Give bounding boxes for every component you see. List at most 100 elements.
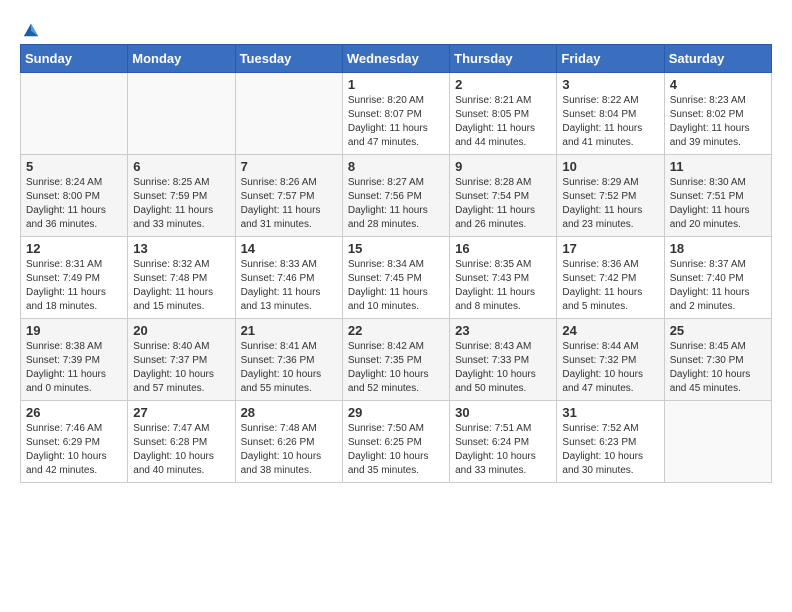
calendar-cell: 17 Sunrise: 8:36 AM Sunset: 7:42 PM Dayli… bbox=[557, 237, 664, 319]
day-info: Sunrise: 8:27 AM Sunset: 7:56 PM Dayligh… bbox=[348, 176, 444, 232]
day-info: Sunrise: 8:34 AM Sunset: 7:45 PM Dayligh… bbox=[348, 258, 444, 314]
day-info: Sunrise: 8:36 AM Sunset: 7:42 PM Dayligh… bbox=[562, 258, 658, 314]
calendar-table: SundayMondayTuesdayWednesdayThursdayFrid… bbox=[20, 44, 772, 483]
logo-icon bbox=[22, 20, 40, 38]
day-info: Sunrise: 8:30 AM Sunset: 7:51 PM Dayligh… bbox=[670, 176, 766, 232]
calendar-week-row: 1 Sunrise: 8:20 AM Sunset: 8:07 PM Daylig… bbox=[21, 73, 772, 155]
calendar-cell: 8Sunrise: 8:27 AM Sunset: 7:56 PM Daylig… bbox=[342, 155, 449, 237]
day-info: Sunrise: 7:52 AM Sunset: 6:23 PM Dayligh… bbox=[562, 422, 658, 478]
day-info: Sunrise: 7:48 AM Sunset: 6:26 PM Dayligh… bbox=[241, 422, 337, 478]
page-header bbox=[20, 20, 772, 34]
day-info: Sunrise: 8:22 AM Sunset: 8:04 PM Dayligh… bbox=[562, 94, 658, 150]
day-number: 21 bbox=[241, 323, 337, 338]
calendar-header-saturday: Saturday bbox=[664, 45, 771, 73]
day-number: 30 bbox=[455, 405, 551, 420]
day-number: 26 bbox=[26, 405, 122, 420]
day-number: 25 bbox=[670, 323, 766, 338]
calendar-cell: 7Sunrise: 8:26 AM Sunset: 7:57 PM Daylig… bbox=[235, 155, 342, 237]
day-info: Sunrise: 7:46 AM Sunset: 6:29 PM Dayligh… bbox=[26, 422, 122, 478]
calendar-cell: 25 Sunrise: 8:45 AM Sunset: 7:30 PM Dayli… bbox=[664, 319, 771, 401]
day-number: 10 bbox=[562, 159, 658, 174]
day-info: Sunrise: 8:37 AM Sunset: 7:40 PM Dayligh… bbox=[670, 258, 766, 314]
day-number: 13 bbox=[133, 241, 229, 256]
day-info: Sunrise: 8:29 AM Sunset: 7:52 PM Dayligh… bbox=[562, 176, 658, 232]
calendar-cell: 3 Sunrise: 8:22 AM Sunset: 8:04 PM Daylig… bbox=[557, 73, 664, 155]
day-info: Sunrise: 8:42 AM Sunset: 7:35 PM Dayligh… bbox=[348, 340, 444, 396]
day-number: 17 bbox=[562, 241, 658, 256]
day-number: 14 bbox=[241, 241, 337, 256]
calendar-cell bbox=[128, 73, 235, 155]
calendar-cell bbox=[664, 401, 771, 483]
day-info: Sunrise: 8:20 AM Sunset: 8:07 PM Dayligh… bbox=[348, 94, 444, 150]
day-number: 20 bbox=[133, 323, 229, 338]
day-info: Sunrise: 8:21 AM Sunset: 8:05 PM Dayligh… bbox=[455, 94, 551, 150]
calendar-header-wednesday: Wednesday bbox=[342, 45, 449, 73]
day-info: Sunrise: 7:51 AM Sunset: 6:24 PM Dayligh… bbox=[455, 422, 551, 478]
day-number: 6 bbox=[133, 159, 229, 174]
day-number: 22 bbox=[348, 323, 444, 338]
day-info: Sunrise: 8:24 AM Sunset: 8:00 PM Dayligh… bbox=[26, 176, 122, 232]
day-info: Sunrise: 8:43 AM Sunset: 7:33 PM Dayligh… bbox=[455, 340, 551, 396]
day-info: Sunrise: 8:33 AM Sunset: 7:46 PM Dayligh… bbox=[241, 258, 337, 314]
calendar-cell: 20 Sunrise: 8:40 AM Sunset: 7:37 PM Dayli… bbox=[128, 319, 235, 401]
day-info: Sunrise: 8:32 AM Sunset: 7:48 PM Dayligh… bbox=[133, 258, 229, 314]
day-number: 19 bbox=[26, 323, 122, 338]
logo bbox=[20, 20, 40, 34]
calendar-cell: 24 Sunrise: 8:44 AM Sunset: 7:32 PM Dayli… bbox=[557, 319, 664, 401]
calendar-cell: 19Sunrise: 8:38 AM Sunset: 7:39 PM Dayli… bbox=[21, 319, 128, 401]
calendar-cell: 21 Sunrise: 8:41 AM Sunset: 7:36 PM Dayli… bbox=[235, 319, 342, 401]
calendar-cell: 16 Sunrise: 8:35 AM Sunset: 7:43 PM Dayli… bbox=[450, 237, 557, 319]
day-number: 24 bbox=[562, 323, 658, 338]
calendar-header-sunday: Sunday bbox=[21, 45, 128, 73]
day-number: 16 bbox=[455, 241, 551, 256]
day-number: 11 bbox=[670, 159, 766, 174]
calendar-week-row: 19Sunrise: 8:38 AM Sunset: 7:39 PM Dayli… bbox=[21, 319, 772, 401]
day-number: 1 bbox=[348, 77, 444, 92]
calendar-week-row: 5 Sunrise: 8:24 AM Sunset: 8:00 PM Daylig… bbox=[21, 155, 772, 237]
day-number: 31 bbox=[562, 405, 658, 420]
calendar-cell: 13 Sunrise: 8:32 AM Sunset: 7:48 PM Dayli… bbox=[128, 237, 235, 319]
day-number: 5 bbox=[26, 159, 122, 174]
day-info: Sunrise: 8:23 AM Sunset: 8:02 PM Dayligh… bbox=[670, 94, 766, 150]
day-info: Sunrise: 7:47 AM Sunset: 6:28 PM Dayligh… bbox=[133, 422, 229, 478]
calendar-cell: 27 Sunrise: 7:47 AM Sunset: 6:28 PM Dayli… bbox=[128, 401, 235, 483]
day-info: Sunrise: 8:26 AM Sunset: 7:57 PM Dayligh… bbox=[241, 176, 337, 232]
calendar-cell: 14 Sunrise: 8:33 AM Sunset: 7:46 PM Dayli… bbox=[235, 237, 342, 319]
calendar-cell: 9 Sunrise: 8:28 AM Sunset: 7:54 PM Daylig… bbox=[450, 155, 557, 237]
calendar-cell: 28Sunrise: 7:48 AM Sunset: 6:26 PM Dayli… bbox=[235, 401, 342, 483]
calendar-cell: 30 Sunrise: 7:51 AM Sunset: 6:24 PM Dayli… bbox=[450, 401, 557, 483]
day-number: 4 bbox=[670, 77, 766, 92]
day-info: Sunrise: 8:44 AM Sunset: 7:32 PM Dayligh… bbox=[562, 340, 658, 396]
day-info: Sunrise: 8:41 AM Sunset: 7:36 PM Dayligh… bbox=[241, 340, 337, 396]
calendar-cell: 26 Sunrise: 7:46 AM Sunset: 6:29 PM Dayli… bbox=[21, 401, 128, 483]
calendar-cell: 5 Sunrise: 8:24 AM Sunset: 8:00 PM Daylig… bbox=[21, 155, 128, 237]
calendar-cell: 6Sunrise: 8:25 AM Sunset: 7:59 PM Daylig… bbox=[128, 155, 235, 237]
day-number: 2 bbox=[455, 77, 551, 92]
calendar-cell: 15 Sunrise: 8:34 AM Sunset: 7:45 PM Dayli… bbox=[342, 237, 449, 319]
calendar-header-friday: Friday bbox=[557, 45, 664, 73]
calendar-week-row: 26 Sunrise: 7:46 AM Sunset: 6:29 PM Dayli… bbox=[21, 401, 772, 483]
day-number: 27 bbox=[133, 405, 229, 420]
calendar-week-row: 12Sunrise: 8:31 AM Sunset: 7:49 PM Dayli… bbox=[21, 237, 772, 319]
day-number: 23 bbox=[455, 323, 551, 338]
calendar-header-row: SundayMondayTuesdayWednesdayThursdayFrid… bbox=[21, 45, 772, 73]
day-info: Sunrise: 8:35 AM Sunset: 7:43 PM Dayligh… bbox=[455, 258, 551, 314]
day-number: 12 bbox=[26, 241, 122, 256]
calendar-cell: 29Sunrise: 7:50 AM Sunset: 6:25 PM Dayli… bbox=[342, 401, 449, 483]
calendar-header-monday: Monday bbox=[128, 45, 235, 73]
calendar-cell: 22 Sunrise: 8:42 AM Sunset: 7:35 PM Dayli… bbox=[342, 319, 449, 401]
day-number: 15 bbox=[348, 241, 444, 256]
calendar-cell bbox=[21, 73, 128, 155]
day-info: Sunrise: 8:45 AM Sunset: 7:30 PM Dayligh… bbox=[670, 340, 766, 396]
calendar-cell: 4 Sunrise: 8:23 AM Sunset: 8:02 PM Daylig… bbox=[664, 73, 771, 155]
day-info: Sunrise: 8:28 AM Sunset: 7:54 PM Dayligh… bbox=[455, 176, 551, 232]
day-number: 9 bbox=[455, 159, 551, 174]
day-info: Sunrise: 8:40 AM Sunset: 7:37 PM Dayligh… bbox=[133, 340, 229, 396]
calendar-cell: 2 Sunrise: 8:21 AM Sunset: 8:05 PM Daylig… bbox=[450, 73, 557, 155]
calendar-cell: 23 Sunrise: 8:43 AM Sunset: 7:33 PM Dayli… bbox=[450, 319, 557, 401]
calendar-cell: 18Sunrise: 8:37 AM Sunset: 7:40 PM Dayli… bbox=[664, 237, 771, 319]
day-info: Sunrise: 7:50 AM Sunset: 6:25 PM Dayligh… bbox=[348, 422, 444, 478]
calendar-cell bbox=[235, 73, 342, 155]
day-number: 3 bbox=[562, 77, 658, 92]
calendar-cell: 31 Sunrise: 7:52 AM Sunset: 6:23 PM Dayli… bbox=[557, 401, 664, 483]
